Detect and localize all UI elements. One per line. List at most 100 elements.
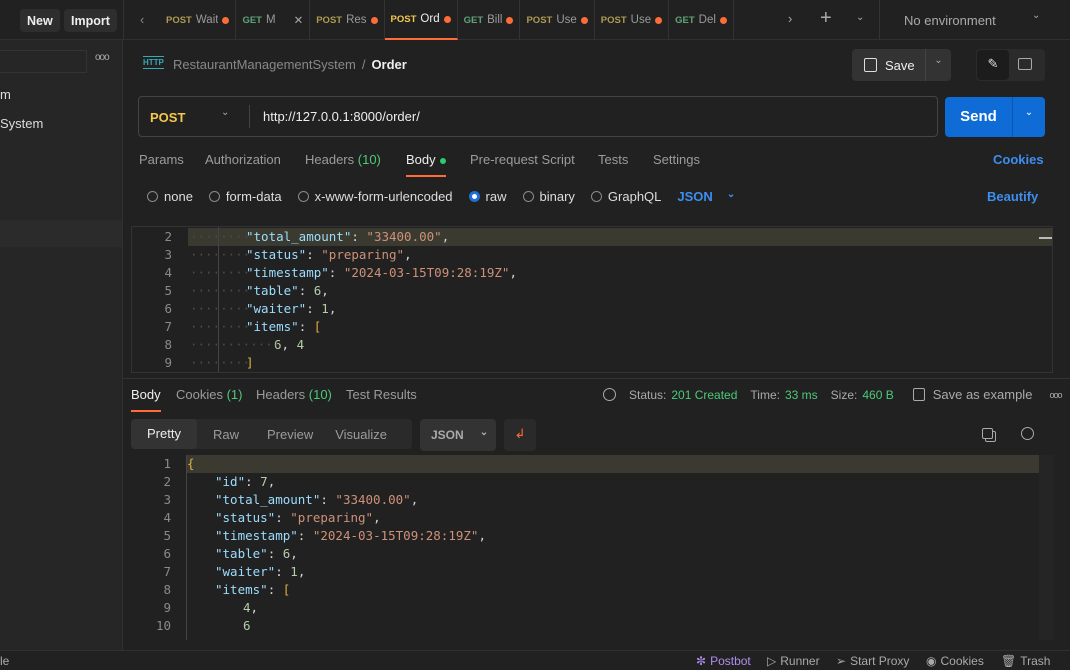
request-tab[interactable]: POST Wait [160,0,237,40]
tab-headers[interactable]: Headers (10) [305,152,381,167]
copy-icon[interactable] [982,428,993,439]
tab-params[interactable]: Params [139,152,184,167]
code-line: "items": [ [215,582,290,597]
radio-urlencoded[interactable]: x-www-form-urlencoded [297,189,453,204]
request-tab[interactable]: POST Res [310,0,385,40]
close-icon[interactable]: ✕ [294,13,304,27]
send-button-group: Send ⌄ [945,97,1045,137]
url-input[interactable]: http://127.0.0.1:8000/order/ [263,109,420,124]
more-options-icon[interactable]: ooo [95,52,110,63]
code-token: , [410,492,419,507]
whitespace-marker: ········ [190,229,251,244]
tab-label: Del [698,14,716,26]
view-raw[interactable]: Raw [197,427,255,442]
response-tab-headers[interactable]: Headers (10) [256,387,332,402]
tab-body[interactable]: Body [406,152,446,177]
code-line: ········] [190,355,254,370]
wrap-lines-icon[interactable]: ↲ [504,419,536,451]
start-proxy-button[interactable]: ➢ Start Proxy [836,654,909,668]
view-preview[interactable]: Preview [255,427,325,442]
editor-scrollbar[interactable] [1039,237,1052,239]
view-pretty[interactable]: Pretty [131,419,197,449]
sidebar-search-input[interactable] [0,50,87,73]
send-button[interactable]: Send [945,97,1012,137]
runner-label: Runner [780,654,820,668]
code-token: , [478,528,486,543]
runner-button[interactable]: ▷ Runner [767,654,820,668]
code-token: , [509,265,517,280]
whitespace-marker: ········ [190,265,251,280]
cookies-button[interactable]: ◉ Cookies [926,654,984,668]
beautify-button[interactable]: Beautify [987,189,1038,204]
postbot-button[interactable]: ✼ Postbot [696,654,751,668]
response-tab-body[interactable]: Body [131,387,161,412]
response-scrollbar[interactable] [1039,455,1053,640]
sidebar-selected-row[interactable] [0,220,122,247]
code-line: "timestamp": "2024-03-15T09:28:19Z", [215,528,486,543]
breadcrumb-collection[interactable]: RestaurantManagementSystem [173,57,356,72]
save-options-chevron-icon[interactable]: ⌄ [925,49,951,81]
code-token: : [275,564,291,579]
request-tab[interactable]: POST Ord [384,0,458,40]
unsaved-dot-icon [443,15,451,23]
tab-settings[interactable]: Settings [653,152,700,167]
sidebar-item[interactable]: m [0,87,11,102]
request-tab[interactable]: GET Bill [458,0,521,40]
pane-divider[interactable] [123,378,1070,379]
import-button[interactable]: Import [64,9,117,32]
radio-none[interactable]: none [147,189,193,204]
radio-binary[interactable]: binary [522,189,575,204]
request-tab[interactable]: GET Del [669,0,734,40]
tabs-dropdown-chevron-icon[interactable]: ⌄ [856,12,864,23]
divider [249,105,250,128]
response-tab-test-results[interactable]: Test Results [346,387,417,402]
request-tab[interactable]: POST Use [595,0,670,40]
response-body-viewer[interactable]: 1{2 "id": 7, 3 "total_amount": "33400.00", 4… [131,455,1053,640]
send-options-chevron-icon[interactable]: ⌄ [1012,97,1045,137]
code-token: "table" [246,283,299,298]
new-tab-plus-icon[interactable]: + [820,7,832,30]
tab-tests[interactable]: Tests [598,152,628,167]
new-button[interactable]: New [20,9,60,32]
status-label: Status: [629,387,667,402]
code-token: , [297,564,306,579]
line-number: 4 [163,510,171,525]
search-icon[interactable] [1021,427,1034,440]
trash-button[interactable]: 🗑 Trash [1001,654,1050,668]
method-select[interactable]: POST ⌄ [139,97,249,136]
edit-pencil-icon[interactable]: ✎ [977,50,1009,80]
sidebar-item[interactable]: System [0,116,43,131]
radio-label: binary [539,189,575,204]
globe-icon[interactable] [603,388,616,401]
code-token: 1 [321,301,329,316]
tab-authorization[interactable]: Authorization [205,152,281,167]
save-as-example-button[interactable]: Save as example [912,387,1033,402]
radio-label: none [164,189,193,204]
request-body-editor[interactable]: 2 ········ "total_amount": "33400.00", 3 ···… [131,226,1053,373]
more-options-icon[interactable]: ooo [1049,390,1062,400]
save-button[interactable]: Save [852,49,925,81]
request-tab[interactable]: POST Use [520,0,595,40]
environment-select[interactable]: No environment ⌄ [880,0,1058,40]
request-tab[interactable]: GET M ✕ [236,0,311,40]
environment-label: No environment [904,13,996,28]
tabs-scroll-left-icon[interactable]: ‹ [140,12,144,27]
response-tab-cookies[interactable]: Cookies (1) [176,387,242,402]
code-token: : [298,319,314,334]
response-meta: Status: 201 Created Time: 33 ms Size: 460 B… [603,387,1062,402]
tabs-scroll-right-icon[interactable]: › [788,11,792,26]
line-number: 1 [163,456,171,471]
radio-raw[interactable]: raw [468,189,507,204]
code-token: "timestamp" [215,528,298,543]
save-as-example-label: Save as example [932,387,1033,402]
code-token: : [245,474,261,489]
language-select[interactable]: JSON ⌄ [677,189,735,204]
cookies-link[interactable]: Cookies [993,152,1044,167]
view-visualize[interactable]: Visualize [325,427,397,442]
radio-form-data[interactable]: form-data [208,189,282,204]
tab-pre-request-script[interactable]: Pre-request Script [470,152,575,167]
comments-icon[interactable] [1018,58,1032,70]
response-language-select[interactable]: JSON ⌄ [420,419,496,451]
code-token: "total_amount" [215,492,321,507]
radio-graphql[interactable]: GraphQL [590,189,661,204]
